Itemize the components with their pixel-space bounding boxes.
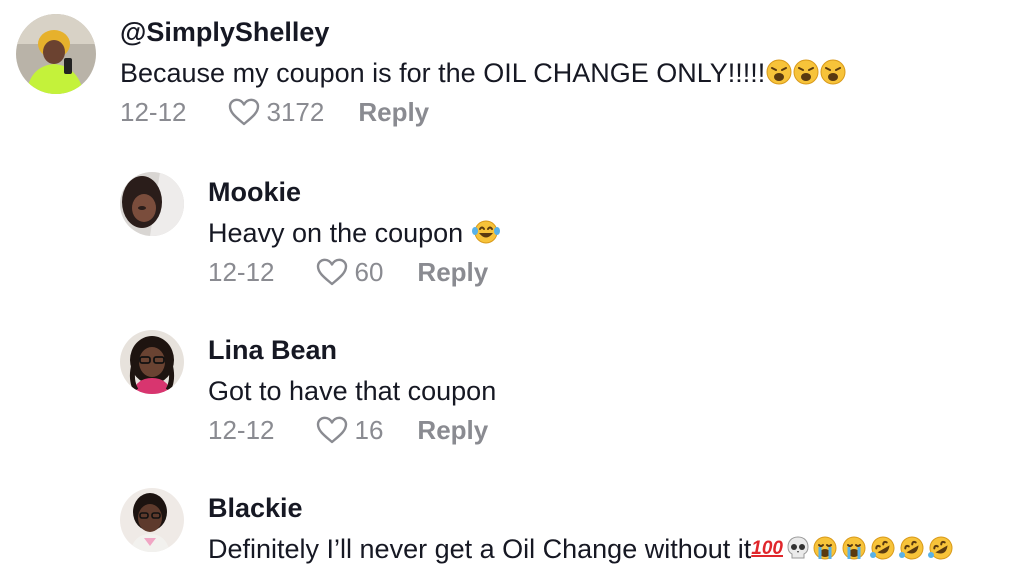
rolling-on-floor-laughing-emoji xyxy=(869,536,895,560)
comment-text: Definitely I’ll never get a Oil Change w… xyxy=(208,532,955,566)
comment-date: 12-12 xyxy=(120,97,187,127)
reply-button[interactable]: Reply xyxy=(417,414,488,446)
comment-item: @SimplyShelley Because my coupon is for … xyxy=(16,14,846,128)
comment-item: Mookie Heavy on the coupon 12-12 60 Repl… xyxy=(120,172,500,288)
comment-username[interactable]: Blackie xyxy=(208,492,955,524)
weary-face-emoji xyxy=(793,59,819,85)
comment-meta: 12-12 16 Reply xyxy=(208,414,496,446)
avatar[interactable] xyxy=(16,14,96,94)
face-with-tears-of-joy-emoji xyxy=(471,220,500,244)
comment-text: Because my coupon is for the OIL CHANGE … xyxy=(120,56,846,90)
comment-body: Mookie Heavy on the coupon 12-12 60 Repl… xyxy=(208,172,500,288)
heart-icon xyxy=(228,98,259,126)
comment-username[interactable]: Mookie xyxy=(208,176,500,208)
like-count: 3172 xyxy=(266,97,325,127)
comment-item: Lina Bean Got to have that coupon 12-12 … xyxy=(120,330,496,446)
comment-meta: 12-12 60 Reply xyxy=(208,256,500,288)
rolling-on-floor-laughing-emoji xyxy=(898,536,924,560)
avatar[interactable] xyxy=(120,488,184,552)
like-button[interactable]: 60 xyxy=(315,256,384,288)
like-count: 60 xyxy=(354,257,384,287)
like-button[interactable]: 3172 xyxy=(227,96,325,128)
comment-text-content: Because my coupon is for the OIL CHANGE … xyxy=(120,58,766,88)
comment-text-content: Heavy on the coupon xyxy=(208,218,471,248)
comment-item: Blackie Definitely I’ll never get a Oil … xyxy=(120,488,955,566)
skull-emoji xyxy=(787,536,809,559)
comment-text: Heavy on the coupon xyxy=(208,216,500,250)
comment-body: Lina Bean Got to have that coupon 12-12 … xyxy=(208,330,496,446)
like-count: 16 xyxy=(354,415,384,445)
comment-date: 12-12 xyxy=(208,257,275,287)
comment-meta: 12-12 3172 Reply xyxy=(120,96,846,128)
comment-text: Got to have that coupon xyxy=(208,376,497,406)
comment-username[interactable]: @SimplyShelley xyxy=(120,16,846,48)
comment-body: Blackie Definitely I’ll never get a Oil … xyxy=(208,488,955,566)
comment-username[interactable]: Lina Bean xyxy=(208,334,496,366)
reply-button[interactable]: Reply xyxy=(417,256,488,288)
heart-icon xyxy=(316,416,347,444)
weary-face-emoji xyxy=(766,59,792,85)
loudly-crying-face-emoji xyxy=(813,536,837,560)
weary-face-emoji xyxy=(820,59,846,85)
hundred-points-emoji: 100 xyxy=(751,538,783,559)
avatar[interactable] xyxy=(120,172,184,236)
loudly-crying-face-emoji xyxy=(842,536,866,560)
reply-button[interactable]: Reply xyxy=(358,96,429,128)
comment-text-content: Definitely I’ll never get a Oil Change w… xyxy=(208,534,752,564)
comment-date: 12-12 xyxy=(208,415,275,445)
comment-body: @SimplyShelley Because my coupon is for … xyxy=(120,14,846,128)
heart-icon xyxy=(316,258,347,286)
rolling-on-floor-laughing-emoji xyxy=(927,536,953,560)
avatar[interactable] xyxy=(120,330,184,394)
like-button[interactable]: 16 xyxy=(315,414,384,446)
